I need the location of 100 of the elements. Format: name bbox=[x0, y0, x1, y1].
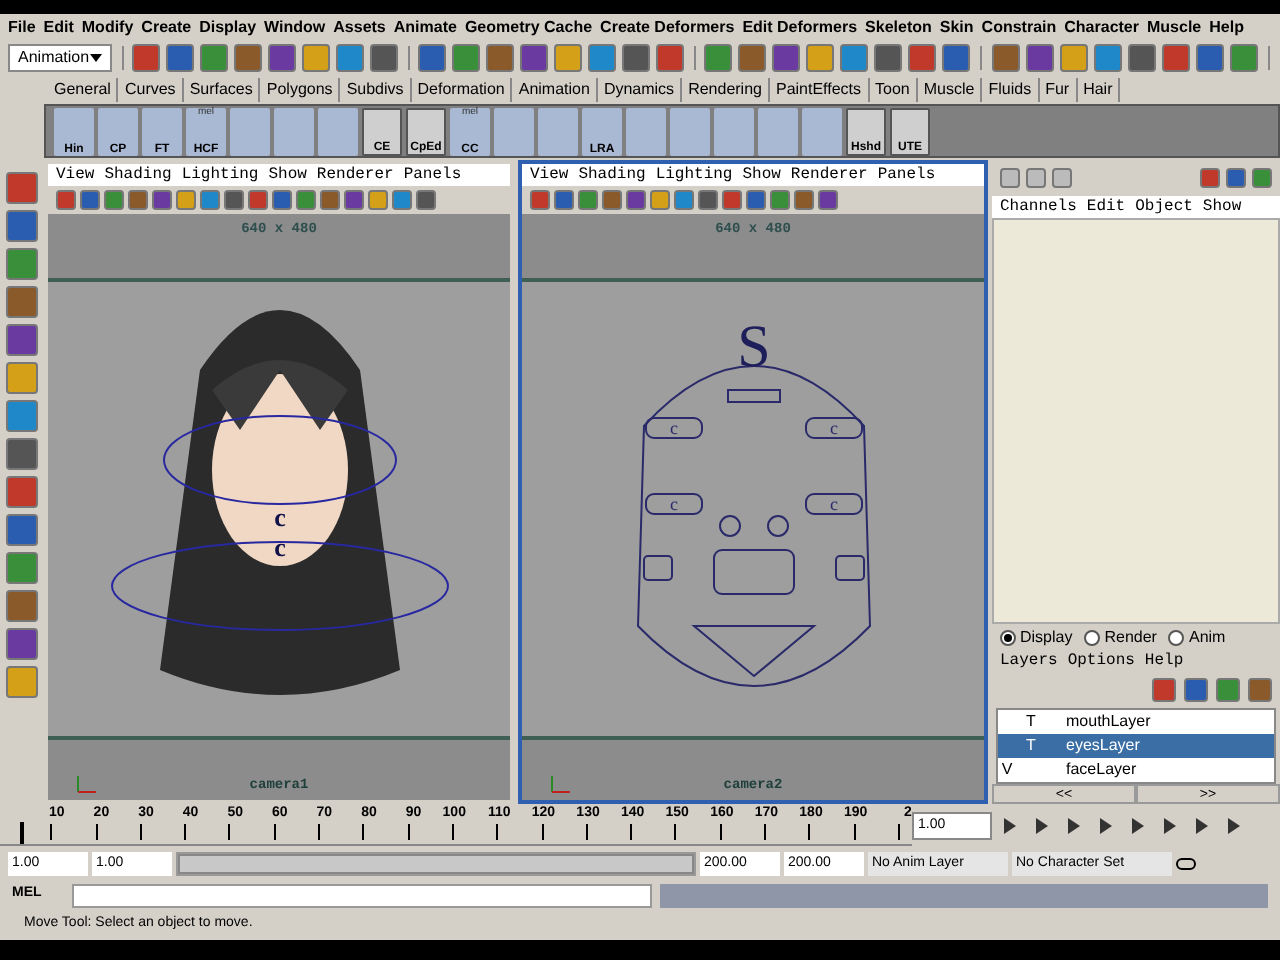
tool-icon[interactable] bbox=[301, 44, 330, 72]
menu-item[interactable]: Muscle bbox=[1147, 19, 1202, 35]
layer-menu[interactable]: Layers bbox=[1000, 653, 1058, 669]
layer-tool-icon[interactable] bbox=[1248, 678, 1272, 702]
viewport-menu[interactable]: Show bbox=[742, 167, 781, 183]
tool-icon[interactable] bbox=[622, 44, 651, 72]
tool-icon[interactable] bbox=[1093, 44, 1122, 72]
menu-item[interactable]: Window bbox=[264, 19, 326, 35]
menu-item[interactable]: Geometry Cache bbox=[464, 19, 593, 35]
shelf-button[interactable] bbox=[230, 107, 270, 155]
shelf-tab[interactable]: Muscle bbox=[917, 78, 983, 102]
shelf-button[interactable] bbox=[494, 107, 534, 155]
viewport-menu[interactable]: Lighting bbox=[181, 167, 259, 183]
layer-tool-icon[interactable] bbox=[1184, 678, 1208, 702]
viewport-menu[interactable]: Renderer bbox=[316, 167, 394, 183]
tool-icon[interactable] bbox=[1161, 44, 1190, 72]
shelf-tab[interactable]: Animation bbox=[512, 78, 598, 102]
layer-row[interactable]: V faceLayer bbox=[998, 758, 1274, 782]
shelf-tab[interactable]: PaintEffects bbox=[769, 78, 870, 102]
tool-icon[interactable] bbox=[704, 44, 733, 72]
tool-icon[interactable] bbox=[335, 44, 364, 72]
layer-tool-icon[interactable] bbox=[1216, 678, 1240, 702]
tool-icon[interactable] bbox=[486, 44, 515, 72]
shelf-tab[interactable]: General bbox=[48, 78, 119, 102]
tool-icon[interactable] bbox=[233, 44, 262, 72]
tool-icon[interactable] bbox=[840, 44, 869, 72]
viewport-menu[interactable]: Show bbox=[268, 167, 307, 183]
shelf-tab[interactable]: Fur bbox=[1039, 78, 1078, 102]
radio-button[interactable] bbox=[1000, 629, 1016, 645]
menu-item[interactable]: Assets bbox=[333, 19, 386, 35]
channel-box-menu[interactable]: Object bbox=[1135, 199, 1193, 215]
viewport-menu[interactable]: Panels bbox=[403, 167, 462, 183]
tool-icon[interactable] bbox=[588, 44, 617, 72]
tool-icon[interactable] bbox=[991, 44, 1020, 72]
menu-item[interactable]: Modify bbox=[81, 19, 134, 35]
viewport-menu[interactable]: Renderer bbox=[790, 167, 868, 183]
tool-icon[interactable] bbox=[452, 44, 481, 72]
menu-item[interactable]: Skin bbox=[939, 19, 974, 35]
tool-icon[interactable] bbox=[267, 44, 296, 72]
menu-item[interactable]: Edit Deformers bbox=[742, 19, 858, 35]
tool-icon[interactable] bbox=[908, 44, 937, 72]
shelf-tab[interactable]: Dynamics bbox=[597, 78, 683, 102]
shelf-tab[interactable]: Rendering bbox=[682, 78, 770, 102]
menu-item[interactable]: Edit bbox=[43, 19, 74, 35]
viewport-menu[interactable]: View bbox=[530, 167, 569, 183]
shelf-button[interactable] bbox=[538, 107, 578, 155]
tool-icon[interactable] bbox=[199, 44, 228, 72]
tool-icon[interactable] bbox=[1229, 44, 1258, 72]
shelf-tab[interactable]: Toon bbox=[869, 78, 918, 102]
shelf-tab[interactable]: Fluids bbox=[982, 78, 1040, 102]
tool-icon[interactable] bbox=[806, 44, 835, 72]
channel-box-menu[interactable]: Edit bbox=[1086, 199, 1126, 215]
tool-icon[interactable] bbox=[369, 44, 398, 72]
tool-icon[interactable] bbox=[942, 44, 971, 72]
shelf-tab[interactable]: Deformation bbox=[411, 78, 513, 102]
tool-icon[interactable] bbox=[520, 44, 549, 72]
layer-tool-icon[interactable] bbox=[1152, 678, 1176, 702]
menu-item[interactable]: Skeleton bbox=[865, 19, 932, 35]
tool-icon[interactable] bbox=[418, 44, 447, 72]
tool-icon[interactable] bbox=[554, 44, 583, 72]
viewport-menu[interactable]: Lighting bbox=[655, 167, 733, 183]
display-type-flag[interactable]: T bbox=[1026, 736, 1036, 754]
shelf-tab[interactable]: Hair bbox=[1077, 78, 1121, 102]
shelf-tab[interactable]: Subdivs bbox=[340, 78, 412, 102]
viewport-menu[interactable]: View bbox=[56, 167, 95, 183]
shelf-tab[interactable]: Surfaces bbox=[183, 78, 261, 102]
shelf-button[interactable] bbox=[714, 107, 754, 155]
viewport-menu[interactable]: Panels bbox=[877, 167, 936, 183]
channel-box-menu[interactable]: Show bbox=[1202, 199, 1242, 215]
shelf-tab[interactable]: Curves bbox=[118, 78, 184, 102]
viewport-menu[interactable]: Shading bbox=[578, 167, 646, 183]
mode-dropdown[interactable]: Animation bbox=[8, 44, 112, 72]
tool-icon[interactable] bbox=[165, 44, 194, 72]
menu-item[interactable]: Display bbox=[199, 19, 257, 35]
menu-item[interactable]: Create bbox=[141, 19, 192, 35]
tool-icon[interactable] bbox=[131, 44, 160, 72]
command-input-field[interactable] bbox=[72, 883, 652, 907]
tool-icon[interactable] bbox=[772, 44, 801, 72]
key-icon[interactable] bbox=[1176, 858, 1196, 870]
tool-icon[interactable] bbox=[1127, 44, 1156, 72]
channel-box-menu[interactable]: Channels bbox=[1000, 199, 1077, 215]
tool-icon[interactable] bbox=[1059, 44, 1088, 72]
shelf-button[interactable] bbox=[626, 107, 666, 155]
visibility-flag[interactable]: V bbox=[1001, 760, 1013, 778]
current-time-marker[interactable] bbox=[20, 822, 24, 844]
menu-item[interactable]: File bbox=[8, 19, 36, 35]
tool-icon[interactable] bbox=[738, 44, 767, 72]
shelf-button[interactable] bbox=[670, 107, 710, 155]
layer-row[interactable]: T eyesLayer bbox=[998, 734, 1274, 758]
tool-icon[interactable] bbox=[1025, 44, 1054, 72]
layer-menu[interactable]: Help bbox=[1144, 653, 1184, 669]
menu-item[interactable]: Character bbox=[1064, 19, 1139, 35]
layer-menu[interactable]: Options bbox=[1067, 653, 1135, 669]
layer-row[interactable]: T mouthLayer bbox=[998, 710, 1274, 734]
shelf-tab[interactable]: Polygons bbox=[260, 78, 341, 102]
tool-icon[interactable] bbox=[656, 44, 685, 72]
menu-item[interactable]: Create Deformers bbox=[600, 19, 735, 35]
shelf-button[interactable] bbox=[758, 107, 798, 155]
tool-icon[interactable] bbox=[874, 44, 903, 72]
shelf-button[interactable] bbox=[274, 107, 314, 155]
